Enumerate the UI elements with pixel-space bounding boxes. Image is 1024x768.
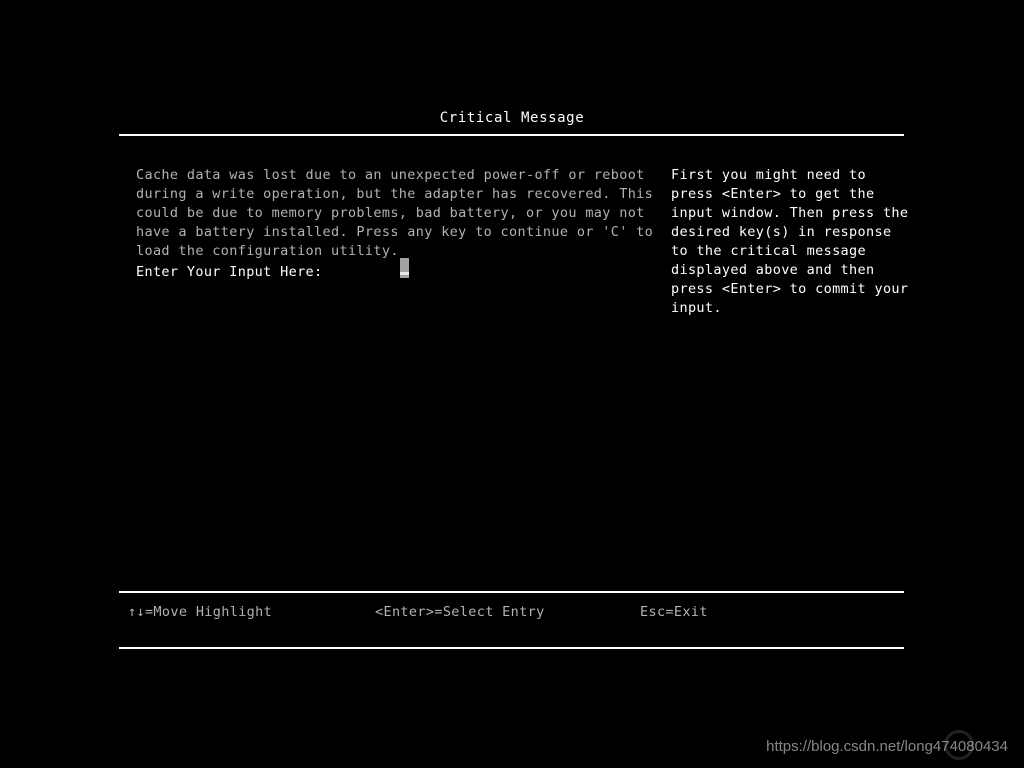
hint-select-entry[interactable]: <Enter>=Select Entry <box>375 602 545 622</box>
bios-screen: Critical Message Cache data was lost due… <box>0 0 1024 768</box>
footer-divider-bottom <box>119 647 904 649</box>
message-line: Cache data was lost due to an unexpected… <box>136 167 645 183</box>
footer-divider-top <box>119 591 904 593</box>
help-line: First you might need to <box>671 167 866 183</box>
help-line: displayed above and then <box>671 262 875 278</box>
help-line: press <Enter> to commit your <box>671 281 909 297</box>
help-line: input. <box>671 300 722 316</box>
help-line: to the critical message <box>671 243 866 259</box>
input-row[interactable]: Enter Your Input Here: <box>136 258 630 280</box>
message-line: could be due to memory problems, bad bat… <box>136 205 645 221</box>
message-line: load the configuration utility. <box>136 243 399 259</box>
message-line: have a battery installed. Press any key … <box>136 224 654 240</box>
page-title: Critical Message <box>439 110 585 126</box>
help-line: press <Enter> to get the <box>671 186 875 202</box>
help-line: input window. Then press the <box>671 205 909 221</box>
hint-move-highlight[interactable]: ↑↓=Move Highlight <box>128 602 272 622</box>
watermark-url: https://blog.csdn.net/long474080434 <box>766 738 1008 755</box>
text-cursor[interactable] <box>400 258 409 278</box>
header-divider <box>119 134 904 136</box>
input-label: Enter Your Input Here: <box>136 264 323 280</box>
cursor-underscore-icon <box>400 272 409 275</box>
hint-exit[interactable]: Esc=Exit <box>640 602 708 622</box>
critical-message-panel: Cache data was lost due to an unexpected… <box>136 166 654 280</box>
help-panel: First you might need to press <Enter> to… <box>671 166 909 318</box>
footer-hint-bar: ↑↓=Move Highlight <Enter>=Select Entry E… <box>0 602 1024 624</box>
help-line: desired key(s) in response <box>671 224 892 240</box>
message-line: during a write operation, but the adapte… <box>136 186 654 202</box>
